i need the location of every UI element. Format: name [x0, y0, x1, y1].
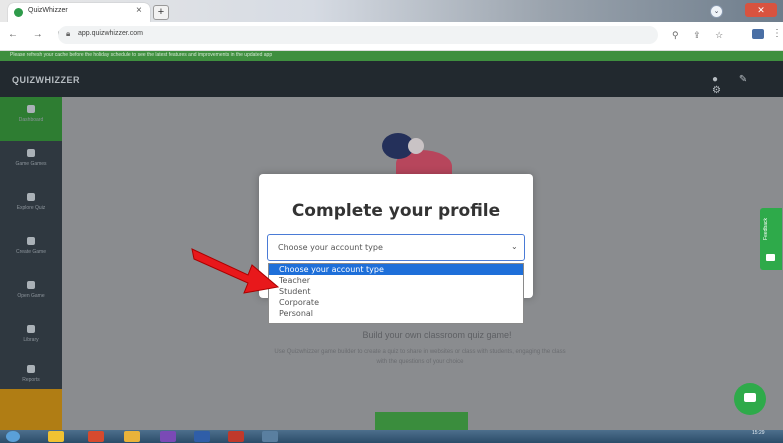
sidebar-item-label: Explore Quiz — [16, 205, 46, 211]
modal-title: Complete your profile — [291, 201, 501, 221]
announcement-text: Please refresh your cache before the hol… — [10, 52, 273, 58]
window-controls: ⌄ ✕ — [700, 2, 780, 19]
start-button-icon[interactable] — [6, 431, 20, 442]
browser-tab[interactable]: QuizWhizzer × — [8, 3, 150, 22]
visual-studio-icon[interactable] — [160, 431, 176, 442]
window-close-button[interactable]: ✕ — [745, 3, 777, 17]
header-icons[interactable]: ● ✎ ⚙ — [712, 74, 783, 96]
chrome-icon[interactable] — [124, 431, 140, 442]
sidebar-item-create[interactable]: Create Game — [0, 229, 62, 273]
address-bar[interactable]: 🔒︎ app.quizwhizzer.com — [58, 26, 658, 44]
browser-toolbar: ← → C 🔒︎ app.quizwhizzer.com ⚲ ⇪ ☆ ⋮ — [0, 22, 783, 51]
sidebar-item-open[interactable]: Open Game — [0, 273, 62, 317]
option-student[interactable]: Student — [269, 286, 523, 297]
extension-flag-icon[interactable] — [752, 29, 764, 39]
tab-close-icon[interactable]: × — [136, 5, 142, 16]
background-description: Use Quizwhizzer game builder to create a… — [274, 349, 566, 365]
background-cta-button — [375, 412, 468, 432]
option-teacher[interactable]: Teacher — [269, 275, 523, 286]
account-type-select[interactable]: Choose your account type ⌄ — [267, 234, 525, 261]
sidebar-item-label: Game Games — [15, 161, 47, 167]
library-icon — [27, 325, 35, 333]
chevron-down-icon: ⌄ — [511, 242, 518, 251]
red-arrow-annotation — [191, 248, 280, 294]
taskbar-app-icon[interactable] — [88, 431, 104, 442]
dashboard-icon — [27, 105, 35, 113]
browser-menu-icon[interactable]: ⋮ — [772, 28, 782, 39]
sidebar: Dashboard Game Games Explore Quiz Create… — [0, 97, 62, 430]
taskbar-clock[interactable]: 15:29 — [752, 431, 765, 436]
profile-menu-icon[interactable]: ⌄ — [710, 5, 723, 18]
feedback-label: Feedback — [763, 218, 769, 240]
announcement-bar: Please refresh your cache before the hol… — [0, 51, 783, 61]
file-explorer-icon[interactable] — [48, 431, 64, 442]
games-icon — [27, 149, 35, 157]
lock-icon[interactable]: 🔒︎ — [66, 29, 70, 39]
account-type-dropdown: Choose your account type Teacher Student… — [268, 263, 524, 324]
word-icon[interactable] — [194, 431, 210, 442]
sidebar-item-library[interactable]: Library — [0, 317, 62, 361]
select-current-value: Choose your account type — [278, 243, 383, 252]
browser-tab-strip: QuizWhizzer × + ⌄ ✕ — [0, 0, 783, 22]
create-icon — [27, 237, 35, 245]
sidebar-item-label: Library — [23, 337, 39, 343]
sidebar-item-label: Open Game — [17, 293, 45, 299]
option-choose-account-type[interactable]: Choose your account type — [269, 264, 523, 275]
sidebar-item-label: Dashboard — [18, 117, 44, 123]
sidebar-item-explore[interactable]: Explore Quiz — [0, 185, 62, 229]
open-icon — [27, 281, 35, 289]
brand-logo[interactable]: QUIZWHIZZER — [12, 75, 80, 85]
extension-icons[interactable]: ⚲ ⇪ ☆ — [672, 30, 729, 41]
chat-button[interactable] — [734, 383, 766, 415]
explore-icon — [27, 193, 35, 201]
remote-desktop-icon[interactable] — [262, 431, 278, 442]
pdf-reader-icon[interactable] — [228, 431, 244, 442]
reports-icon — [27, 365, 35, 373]
new-tab-button[interactable]: + — [153, 5, 169, 20]
illustration-avatar — [408, 138, 424, 154]
feedback-tab[interactable]: Feedback — [760, 208, 782, 270]
background-heading: Build your own classroom quiz game! — [362, 330, 512, 340]
sidebar-item-label: Create Game — [15, 249, 46, 255]
sidebar-item-dashboard[interactable]: Dashboard — [0, 97, 62, 141]
option-corporate[interactable]: Corporate — [269, 297, 523, 308]
sidebar-upgrade-item[interactable] — [0, 389, 62, 430]
sidebar-item-games[interactable]: Game Games — [0, 141, 62, 185]
quizwhizzer-favicon-icon — [14, 8, 23, 17]
feedback-icon — [766, 254, 775, 261]
os-taskbar: 15:29 — [0, 430, 783, 443]
option-personal[interactable]: Personal — [269, 308, 523, 319]
url-text[interactable]: app.quizwhizzer.com — [78, 30, 143, 37]
chat-bubble-icon — [744, 393, 756, 402]
sidebar-item-label: Reports — [22, 377, 40, 383]
app-header: QUIZWHIZZER ● ✎ ⚙ — [0, 61, 783, 97]
tab-title: QuizWhizzer — [28, 7, 68, 14]
